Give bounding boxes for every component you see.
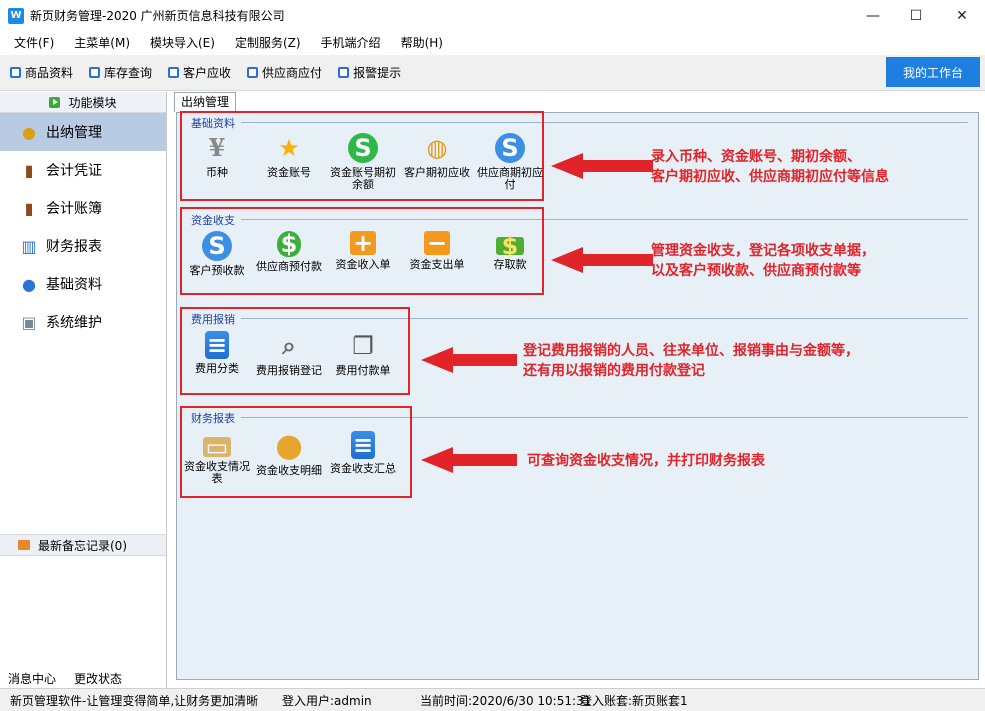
toolbar-inventory-query[interactable]: 库存查询 [89,64,152,81]
sidebar: 功能模块 ● 出纳管理 ▮ 会计凭证 ▮ 会计账簿 ▥ 财务报表 ● 基础资料 … [0,92,167,688]
menu-bar: 文件(F) 主菜单(M) 模块导入(E) 定制服务(Z) 手机端介绍 帮助(H) [0,31,985,55]
lock-icon: ▣ [21,312,37,332]
toolbar-product-info[interactable]: 商品资料 [10,64,73,81]
tile-supplier-prepayment[interactable]: $ 供应商预付款 [251,231,327,273]
toolbar: 商品资料 库存查询 客户应收 供应商应付 报警提示 [0,55,985,91]
annotation-note: 管理资金收支，登记各项收支单据， 以及客户预收款、供应商预付款等 [651,243,875,279]
message-center-link[interactable]: 消息中心 [8,670,56,687]
app-logo-icon: W [8,7,24,24]
tile-fund-income[interactable]: + 资金收入单 [325,231,401,271]
annotation-note: 可查询资金收支情况，并打印财务报表 [527,453,765,469]
status-account: 登入账套:新页账套1 [580,693,688,708]
user-icon: ● [22,274,36,294]
main-area: 出纳管理 基础资料 ¥ 币种 ★ 资金账号 S 资金账号期初余额 ◍ 客户期初应收 S供… [172,92,983,688]
blue-coin-icon: S [202,231,232,261]
checkbox-icon [10,67,21,78]
annotation-note: 登记费用报销的人员、往来单位、报销事由与金额等， 还有用以报销的费用付款登记 [523,343,859,379]
change-status-link[interactable]: 更改状态 [74,670,122,687]
checkbox-icon [338,67,350,78]
title-bar: W 新页财务管理-2020 广州新页信息科技有限公司 — ☐ ✕ [0,0,985,31]
tile-fund-account[interactable]: ★ 资金账号 [251,133,327,179]
sidebar-item-ledger[interactable]: ▮ 会计账簿 [0,189,166,227]
toolbar-customer-receivable[interactable]: 客户应收 [168,64,231,81]
menu-file[interactable]: 文件(F) [4,31,64,55]
toolbar-supplier-payable[interactable]: 供应商应付 [247,64,322,81]
checkbox-icon [247,67,259,78]
tile-fund-status-report[interactable]: ▭ 资金收支情况表 [179,431,255,485]
blue-coin-icon: S [495,133,525,163]
annotation-note: 录入币种、资金账号、期初余额、 客户期初应收、供应商期初应付等信息 [651,149,889,185]
status-bar: 新页管理软件-让管理变得简单,让财务更加清晰 登入用户:admin 当前时间:2… [0,688,985,711]
tile-supplier-opening-payable[interactable]: S 供应商期初应付 [472,133,548,191]
menu-mobile[interactable]: 手机端介绍 [311,31,391,55]
module-panel: 基础资料 ¥ 币种 ★ 资金账号 S 资金账号期初余额 ◍ 客户期初应收 S 供应商期初应… [176,111,979,680]
map-pin-icon: ⬤ [275,432,303,460]
tile-currency[interactable]: ¥ 币种 [179,133,255,179]
tile-expense-category[interactable]: ≡ 费用分类 [179,331,255,375]
sidebar-item-reports[interactable]: ▥ 财务报表 [0,227,166,265]
tile-customer-advance[interactable]: S 客户预收款 [179,231,255,277]
status-user: 登入用户:admin [282,693,372,708]
sidebar-header: 功能模块 [0,92,166,113]
toolbar-alarm[interactable]: 报警提示 [338,64,401,81]
speaker-icon [18,540,30,550]
tile-account-opening-balance[interactable]: S 资金账号期初余额 [325,133,401,191]
my-workbench-button[interactable]: 我的工作台 [886,57,980,87]
sidebar-item-system[interactable]: ▣ 系统维护 [0,303,166,341]
tile-deposit-withdraw[interactable]: $ 存取款 [472,231,548,271]
ledger-icon: ▮ [24,198,34,218]
status-slogan: 新页管理软件-让管理变得简单,让财务更加清晰 [10,693,259,708]
star-icon: ★ [278,134,300,162]
green-coin-icon: S [348,133,378,163]
database-icon: ≡ [351,431,375,459]
status-time: 当前时间:2020/6/30 10:51:31 [420,693,592,708]
sidebar-item-voucher[interactable]: ▮ 会计凭证 [0,151,166,189]
money-bag-icon: $ [277,231,301,257]
menu-custom-service[interactable]: 定制服务(Z) [225,31,311,55]
close-icon[interactable]: ✕ [939,0,985,31]
sidebar-item-cashier[interactable]: ● 出纳管理 [0,113,166,151]
tile-fund-summary[interactable]: ≡ 资金收支汇总 [325,431,401,475]
menu-module-import[interactable]: 模块导入(E) [140,31,225,55]
tile-customer-opening-receivable[interactable]: ◍ 客户期初应收 [399,133,475,179]
tile-expense-payment[interactable]: ❐ 费用付款单 [325,331,401,377]
checkbox-icon [89,67,101,78]
expense-card-icon: − [424,231,450,255]
coins-icon: ● [22,122,36,142]
magnifier-icon: ⌕ [282,332,296,360]
database-icon: ≡ [205,331,229,359]
gold-coins-icon: ◍ [426,134,448,162]
menu-help[interactable]: 帮助(H) [391,31,453,55]
wallet-icon: ▭ [203,435,231,459]
tile-expense-claim[interactable]: ⌕ 费用报销登记 [251,331,327,377]
play-icon [49,96,61,108]
book-icon: ▮ [24,160,34,180]
tile-fund-expense[interactable]: − 资金支出单 [399,231,475,271]
tile-fund-detail[interactable]: ⬤ 资金收支明细 [251,431,327,477]
maximize-icon[interactable]: ☐ [893,0,939,31]
checkbox-icon [168,67,180,78]
minimize-icon[interactable]: — [850,0,896,31]
sidebar-item-basic-data[interactable]: ● 基础资料 [0,265,166,303]
bar-chart-icon: ▥ [21,236,37,256]
menu-main[interactable]: 主菜单(M) [64,31,140,55]
window-title: 新页财务管理-2020 广州新页信息科技有限公司 [30,9,285,23]
cash-icon: $ [496,234,524,258]
yen-icon: ¥ [208,133,226,162]
income-card-icon: + [350,231,376,255]
sidebar-footer: 消息中心 更改状态 [8,670,140,687]
memo-bar[interactable]: 最新备忘记录(0) [0,534,166,556]
documents-icon: ❐ [352,332,374,360]
tab-cashier[interactable]: 出纳管理 [174,92,237,112]
